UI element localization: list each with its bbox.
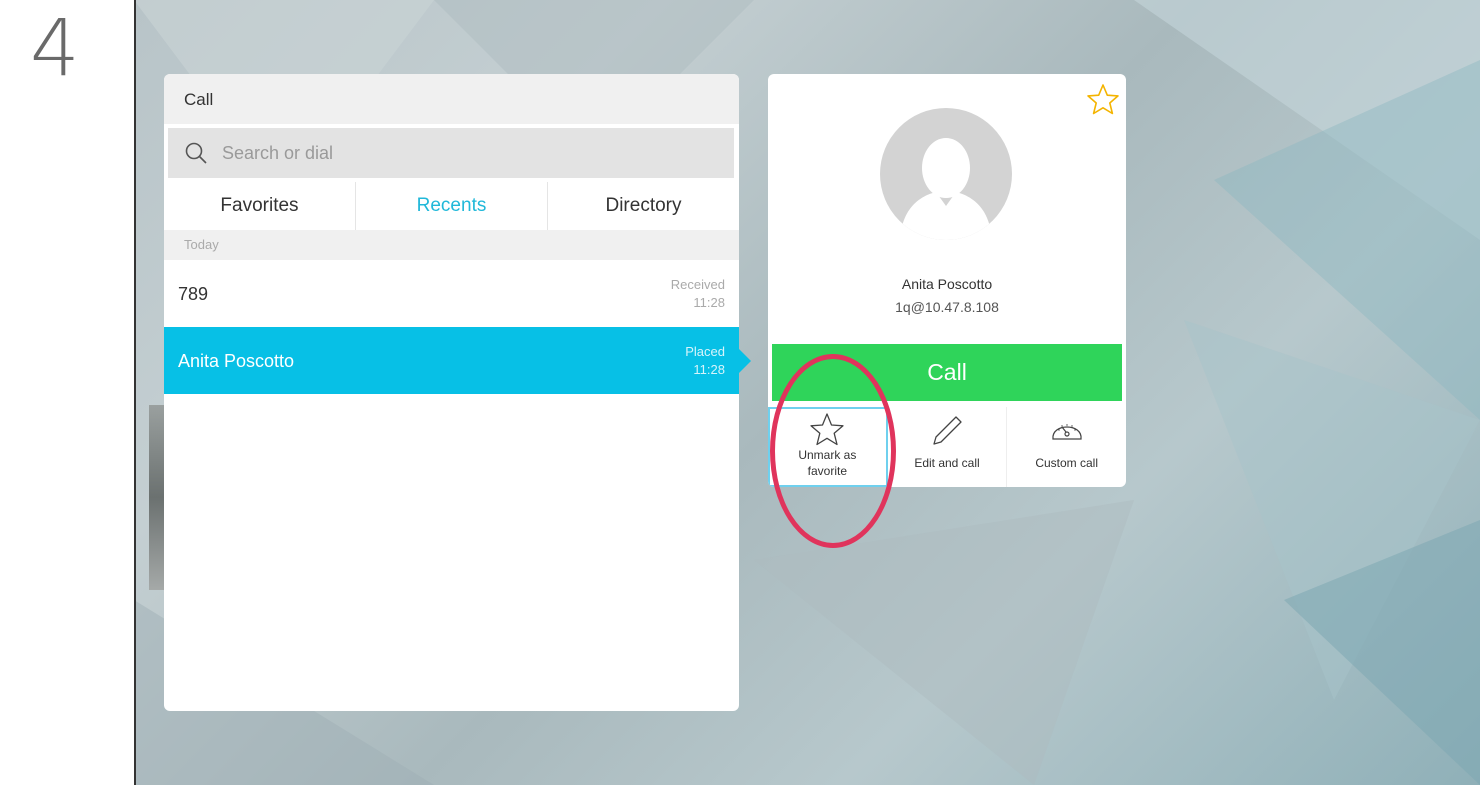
recent-call-status: Placed 11:28	[685, 343, 725, 379]
recent-call-time: 11:28	[693, 295, 725, 310]
dial-gauge-icon	[1052, 424, 1082, 440]
tab-recents[interactable]: Recents	[356, 182, 548, 230]
action-label: Edit and call	[914, 456, 980, 470]
avatar	[880, 108, 1012, 240]
section-header-today: Today	[164, 230, 739, 260]
section-label: Today	[184, 237, 219, 252]
contact-name: Anita Poscotto	[901, 276, 993, 292]
recent-call-name: 789	[178, 284, 209, 304]
tab-favorites[interactable]: Favorites	[164, 182, 356, 230]
search-icon	[185, 142, 207, 164]
pencil-icon	[933, 416, 962, 445]
recent-call-status: Received 11:28	[671, 276, 725, 312]
recent-call-name: Anita Poscotto	[178, 351, 295, 371]
person-silhouette-icon	[900, 138, 992, 240]
recent-call-time: 11:28	[693, 362, 725, 377]
search-placeholder: Search or dial	[222, 143, 334, 163]
selection-pointer	[738, 348, 751, 374]
screen-border	[134, 0, 136, 785]
search-input[interactable]: Search or dial	[168, 128, 734, 178]
contact-address: 1q@10.47.8.108	[895, 299, 999, 315]
custom-call-button[interactable]: Custom call	[1007, 407, 1126, 487]
recent-call-row-selected[interactable]: Anita Poscotto Placed 11:28	[164, 327, 739, 394]
recent-call-direction: Received	[670, 277, 725, 292]
edit-and-call-button[interactable]: Edit and call	[888, 407, 1008, 487]
call-tabs: Favorites Recents Directory	[164, 182, 739, 230]
recent-call-row[interactable]: 789 Received 11:28	[164, 260, 739, 328]
recent-call-direction: Placed	[685, 344, 725, 359]
call-panel-header: Call	[164, 74, 739, 124]
action-label: Custom call	[1035, 456, 1099, 470]
call-panel: Call Search or dial Favorites Recents Di…	[164, 74, 739, 711]
step-number: 4	[30, 4, 80, 94]
highlight-annotation	[770, 354, 896, 548]
call-panel-title: Call	[184, 90, 214, 109]
star-icon[interactable]	[1085, 82, 1121, 118]
tab-directory[interactable]: Directory	[548, 182, 739, 230]
